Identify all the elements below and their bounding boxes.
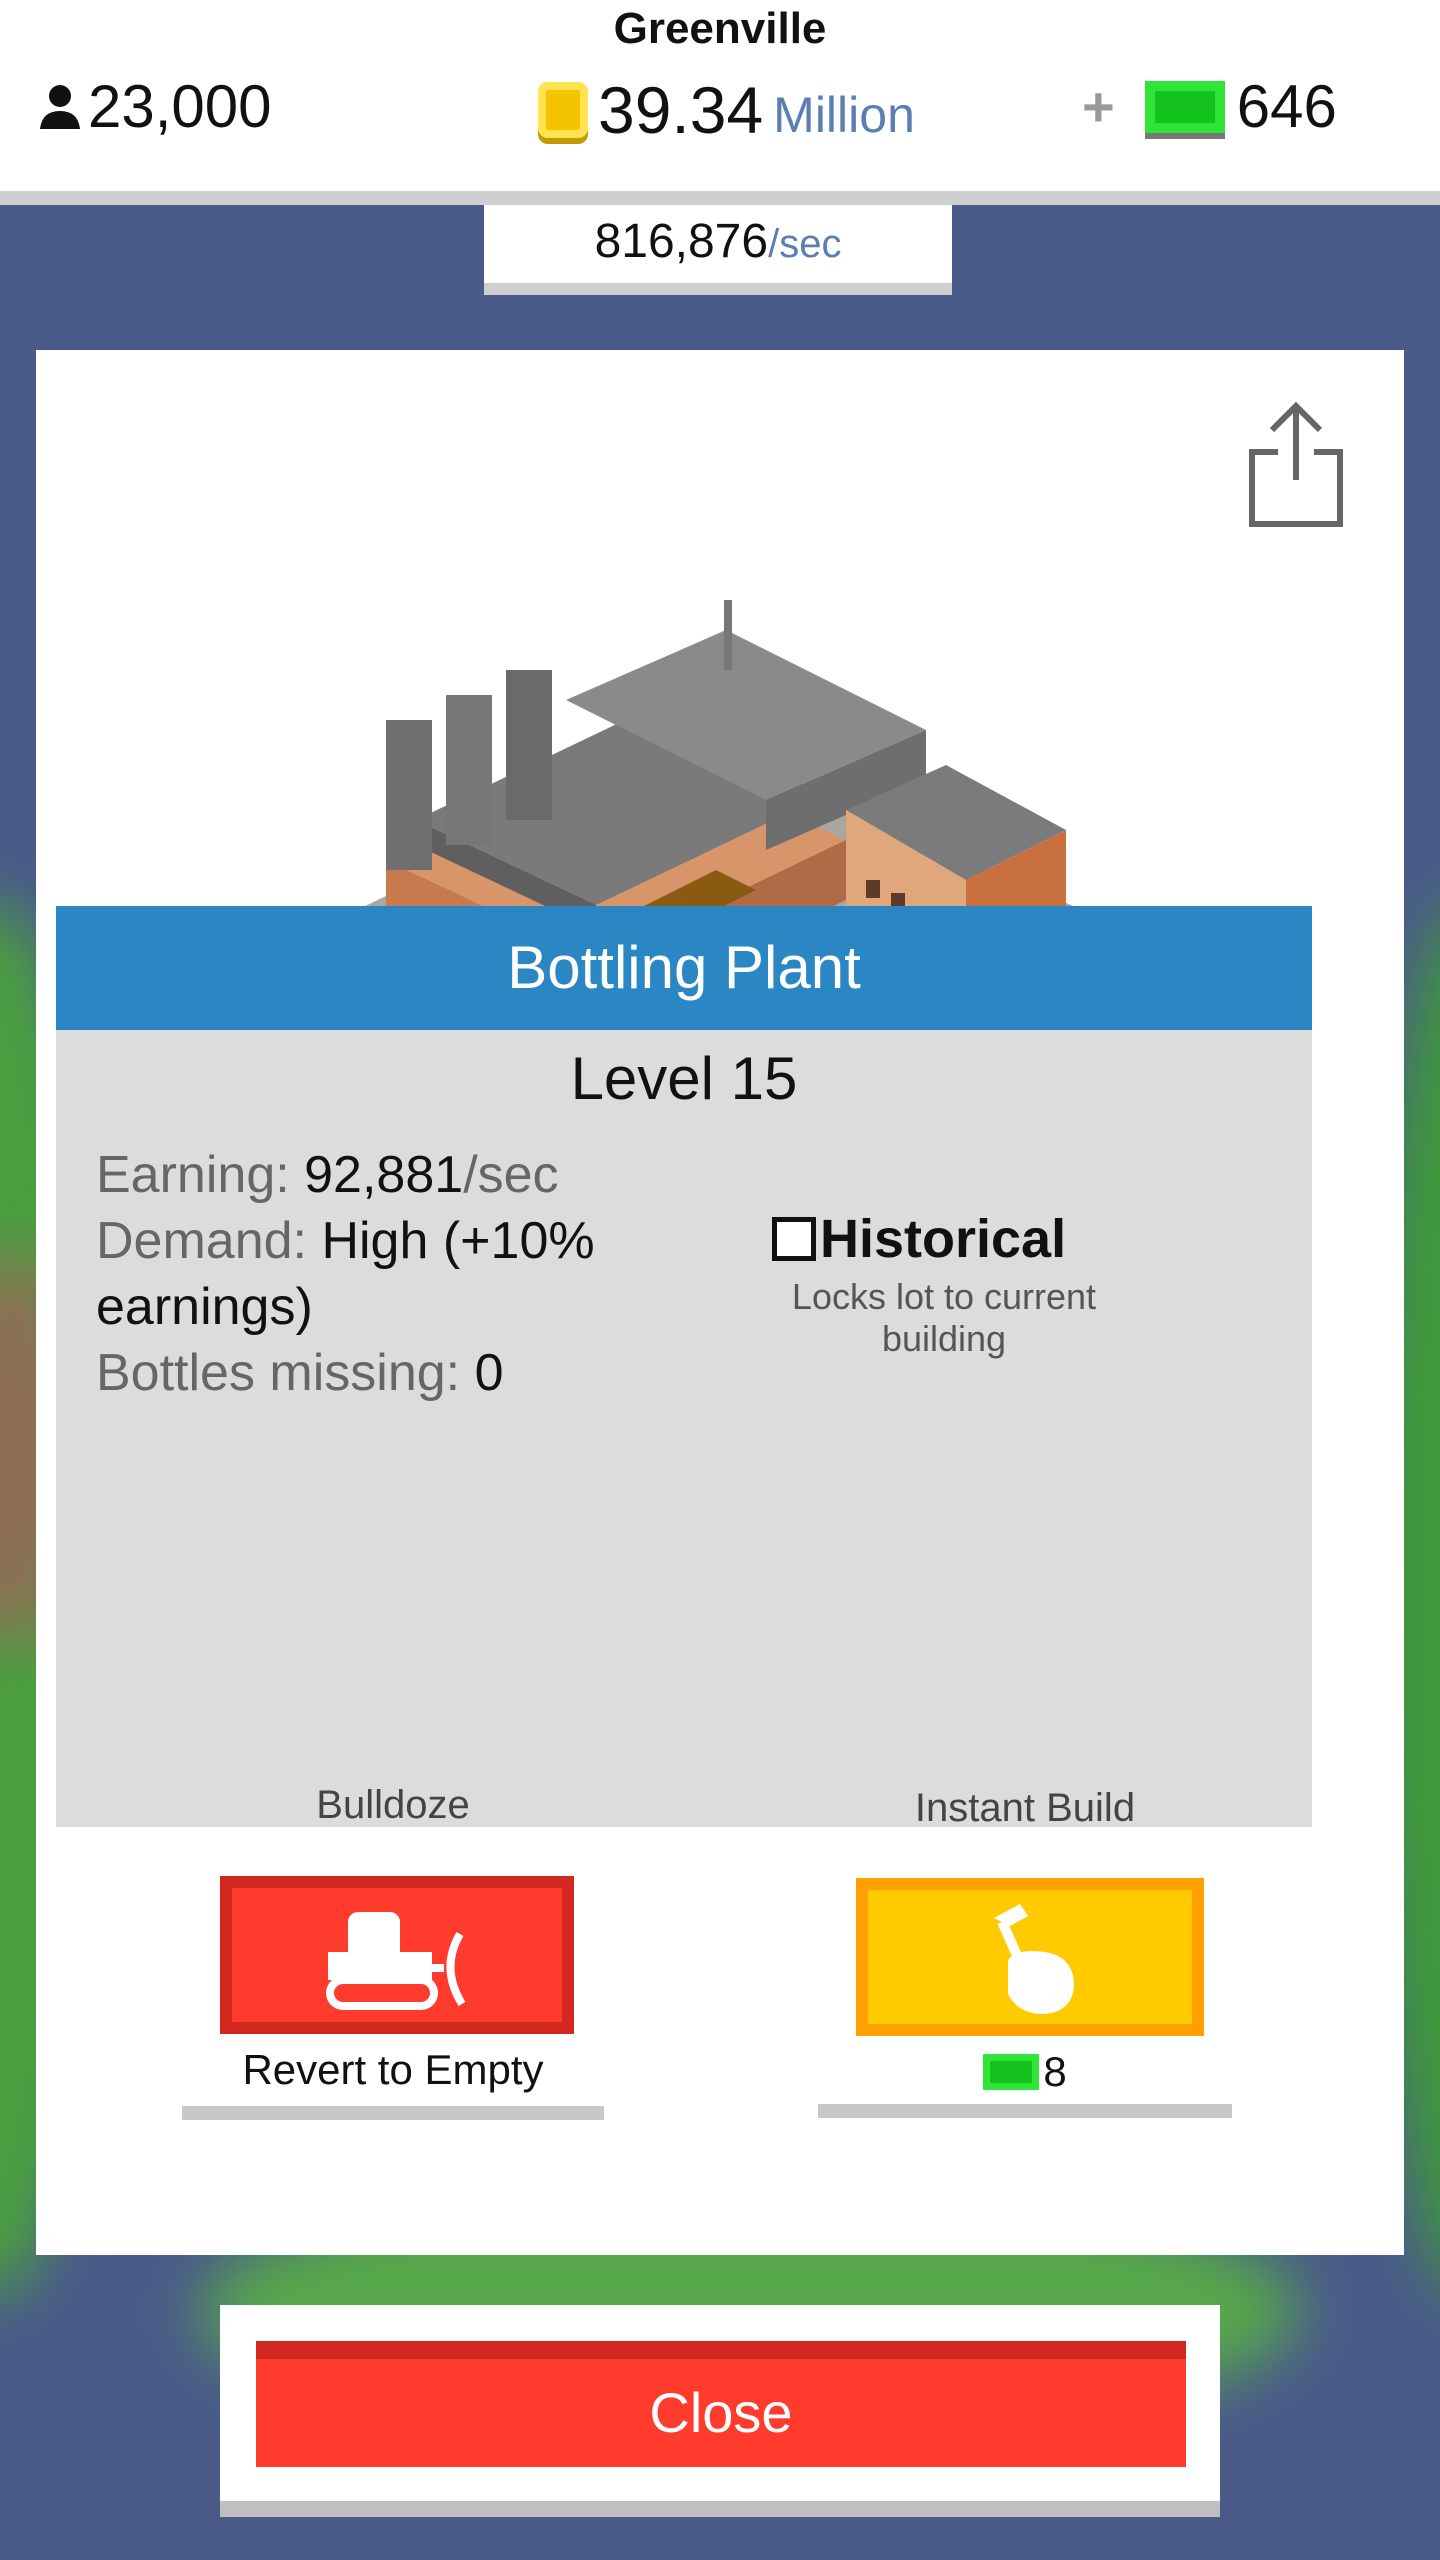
population-counter: 23,000 (38, 72, 272, 141)
close-button[interactable]: Close (256, 2341, 1186, 2467)
city-name: Greenville (613, 4, 827, 53)
historical-checkbox[interactable] (772, 1217, 816, 1261)
bottles-label: Bottles missing: (96, 1344, 461, 1402)
demand-label: Demand: (96, 1212, 307, 1270)
hammer-hand-icon (994, 1904, 1074, 2014)
instant-build-card[interactable]: 8 (818, 1840, 1232, 2118)
building-stats: Earning: 92,881/sec Demand: High (+10% e… (96, 1142, 616, 1406)
bulldoze-label: Bulldoze (316, 1783, 470, 1827)
money-counter: 39.34 Million (538, 72, 915, 148)
coin-icon (538, 82, 588, 138)
share-icon[interactable] (1246, 400, 1346, 530)
cash-icon (1144, 80, 1225, 133)
instant-build-cost: 8 (818, 2048, 1232, 2096)
bottles-value: 0 (474, 1344, 504, 1402)
income-rate-unit: /sec (768, 222, 842, 266)
income-rate-value: 816,876 (594, 215, 769, 268)
instant-build-button[interactable] (856, 1878, 1204, 2036)
earning-value: 92,881 (304, 1146, 464, 1204)
add-cash-button[interactable]: + (1082, 74, 1115, 139)
bulldoze-button[interactable] (220, 1876, 574, 2034)
bottles-row: Bottles missing: 0 (96, 1340, 616, 1406)
income-rate-tab: 816,876/sec (484, 205, 952, 295)
money-unit: Million (773, 87, 915, 143)
historical-description: Locks lot to current building (791, 1276, 1097, 1359)
cash-value: 646 (1236, 73, 1337, 140)
earning-row: Earning: 92,881/sec (96, 1142, 616, 1208)
instant-build-cost-value: 8 (1043, 2048, 1067, 2095)
earning-label: Earning: (96, 1146, 290, 1204)
cash-counter[interactable]: + 646 (1082, 72, 1337, 141)
bulldoze-card[interactable]: Revert to Empty (182, 1838, 604, 2120)
building-details-panel: Level 15 Earning: 92,881/sec Demand: Hig… (56, 1030, 1312, 1827)
building-title: Bottling Plant (56, 906, 1312, 1030)
bulldoze-caption: Revert to Empty (242, 2046, 544, 2093)
historical-toggle[interactable]: Historical (772, 1208, 1154, 1270)
building-level: Level 15 (570, 1045, 798, 1112)
historical-label: Historical (820, 1209, 1067, 1269)
instant-build-label: Instant Build (914, 1786, 1136, 1830)
bulldozer-icon (326, 1912, 466, 2010)
demand-row: Demand: High (+10% earnings) (96, 1208, 616, 1340)
person-icon (40, 84, 80, 129)
cash-icon (983, 2054, 1040, 2090)
historical-option: Historical Locks lot to current building (734, 1208, 1154, 1360)
earning-unit: /sec (463, 1146, 559, 1204)
close-button-container: Close (220, 2305, 1220, 2517)
population-value: 23,000 (88, 73, 272, 140)
money-value: 39.34 (598, 73, 764, 147)
resource-bar: Greenville 23,000 39.34 Million + 646 (0, 0, 1440, 205)
